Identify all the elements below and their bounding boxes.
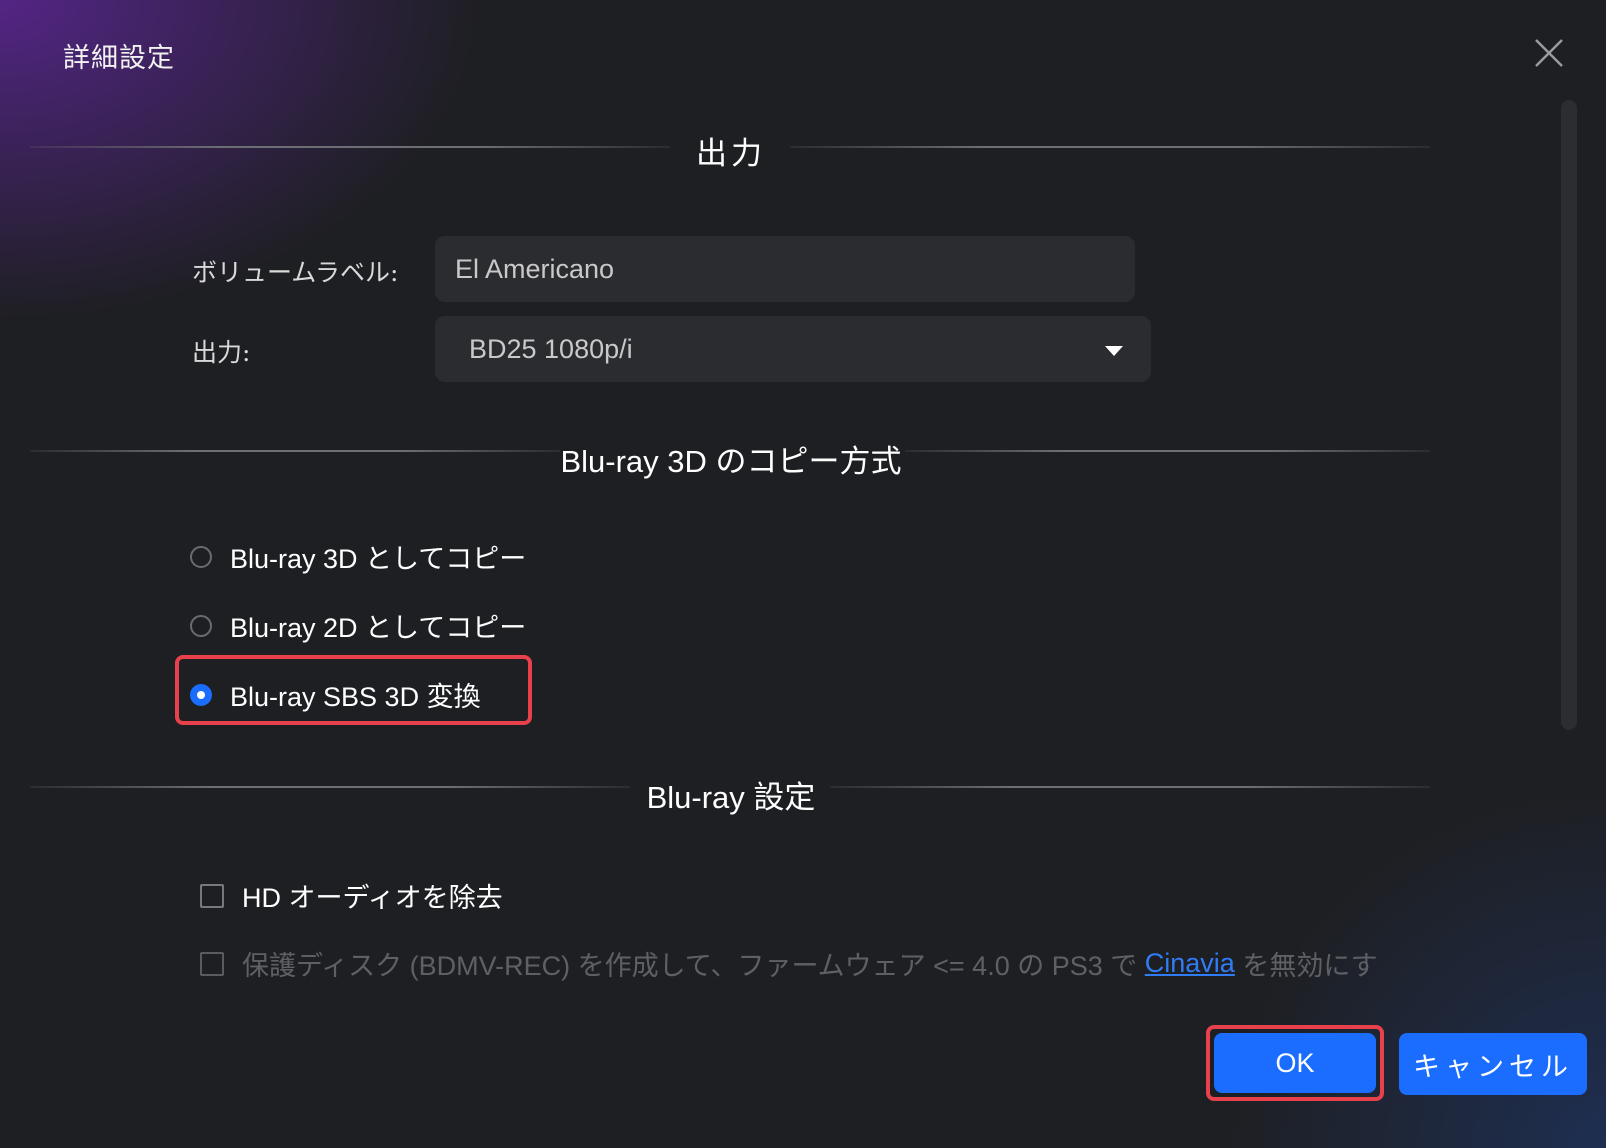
advanced-settings-dialog: 詳細設定 出力 ボリュームラベル: 出力: BD25 1080p/i Blu-r…	[0, 0, 1606, 1148]
close-icon	[1535, 39, 1563, 67]
ok-button[interactable]: OK	[1214, 1033, 1376, 1093]
section-title-output: 出力	[696, 136, 766, 172]
radio-label: Blu-ray SBS 3D 変換	[230, 682, 481, 712]
section-divider-left	[30, 146, 670, 148]
scrollbar[interactable]	[1561, 100, 1577, 730]
protect-disc-label: 保護ディスク (BDMV-REC) を作成して、ファームウェア <= 4.0 の…	[242, 951, 1145, 981]
radio-label: Blu-ray 3D としてコピー	[230, 544, 527, 574]
output-label: 出力:	[192, 338, 251, 367]
section-divider-left	[30, 450, 560, 452]
output-format-select[interactable]: BD25 1080p/i	[435, 316, 1151, 382]
radio-option-sbs-3d[interactable]: Blu-ray SBS 3D 変換	[190, 675, 481, 714]
remove-hd-audio-option[interactable]: HD オーディオを除去	[200, 876, 503, 915]
section-divider-right	[905, 450, 1430, 452]
remove-hd-audio-label: HD オーディオを除去	[242, 883, 503, 913]
protect-disc-checkbox	[200, 951, 224, 976]
volume-label-input[interactable]	[435, 236, 1135, 302]
chevron-down-icon	[1105, 346, 1123, 356]
section-divider-left	[30, 786, 630, 788]
radio-option-copy-3d[interactable]: Blu-ray 3D としてコピー	[190, 537, 526, 576]
radio-button[interactable]	[190, 545, 212, 568]
section-divider-right	[830, 786, 1430, 788]
section-title-bluray-settings-text: Blu-ray 設定	[646, 780, 816, 815]
close-button[interactable]	[1532, 36, 1566, 70]
radio-option-copy-2d[interactable]: Blu-ray 2D としてコピー	[190, 606, 526, 645]
cancel-button[interactable]: キャンセル	[1399, 1033, 1587, 1095]
section-title-copy-mode-text: Blu-ray 3D のコピー方式	[560, 444, 902, 479]
section-title-bluray-settings: Blu-ray 設定	[647, 772, 816, 817]
output-format-value: BD25 1080p/i	[469, 334, 633, 364]
cinavia-link[interactable]: Cinavia	[1145, 948, 1235, 979]
radio-label: Blu-ray 2D としてコピー	[230, 613, 527, 643]
remove-hd-audio-checkbox[interactable]	[200, 883, 224, 908]
radio-button-selected[interactable]	[190, 683, 212, 706]
dialog-title: 詳細設定	[63, 43, 175, 74]
volume-label-label: ボリュームラベル:	[192, 258, 399, 287]
section-divider-right	[790, 146, 1430, 148]
section-title-copy-mode: Blu-ray 3D のコピー方式	[560, 436, 901, 481]
protect-disc-label-end: を無効にす	[1234, 951, 1378, 981]
radio-button[interactable]	[190, 614, 212, 637]
protect-disc-option: 保護ディスク (BDMV-REC) を作成して、ファームウェア <= 4.0 の…	[200, 944, 1378, 983]
